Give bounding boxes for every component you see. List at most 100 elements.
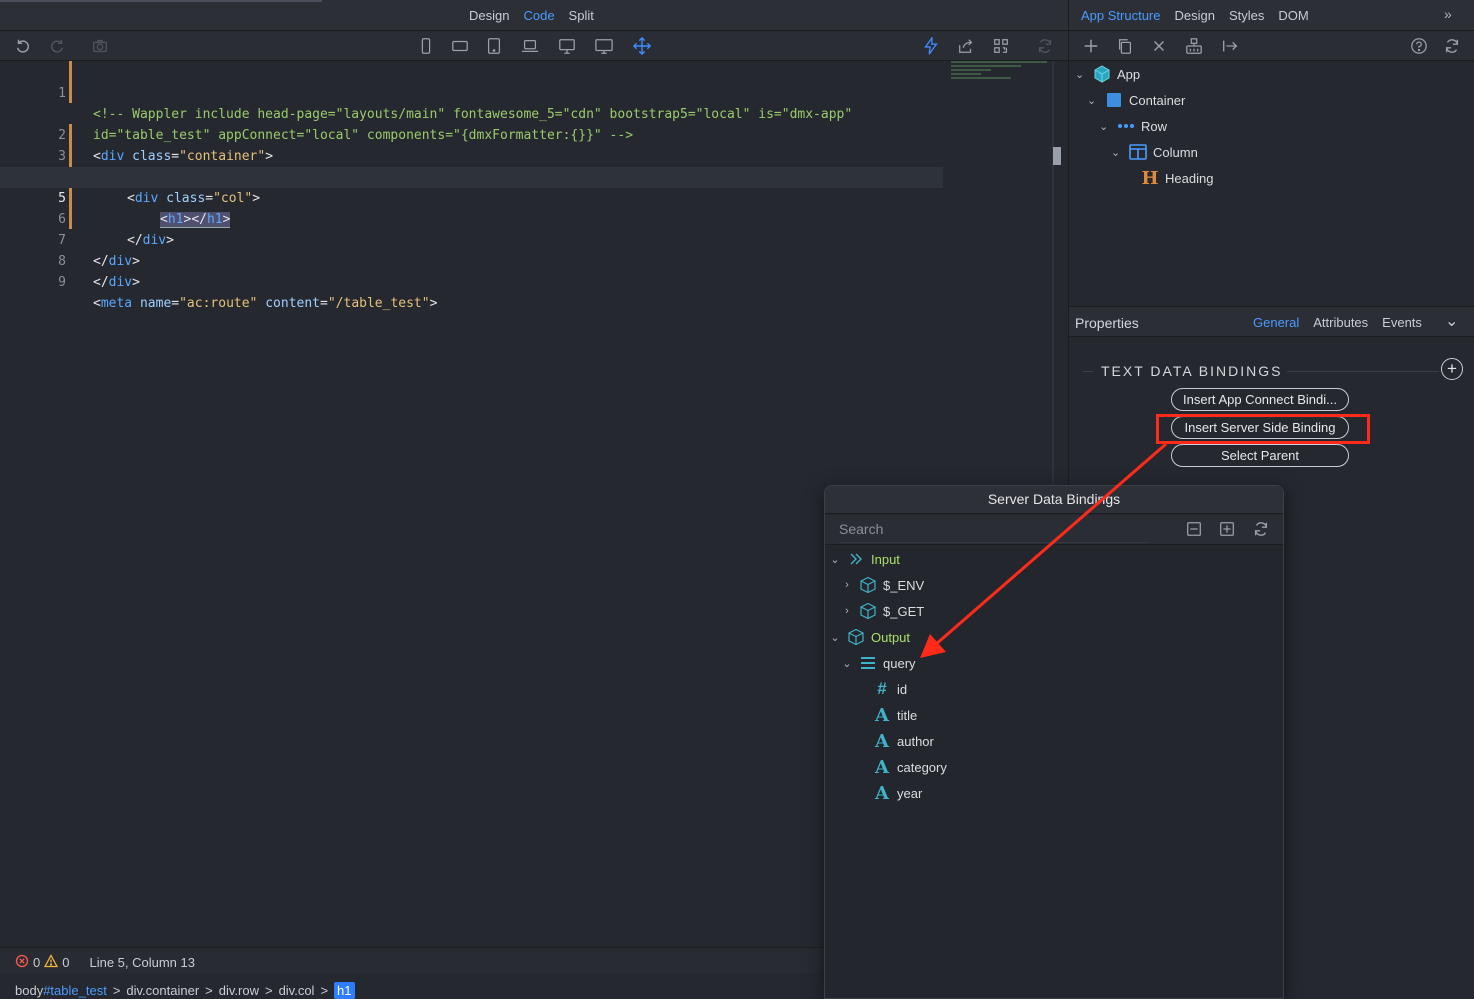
tree-node-label: $_GET [883,603,925,619]
line-number: 9 [58,275,66,290]
code-line[interactable]: id="table_test" appConnect="local" compo… [0,83,943,143]
tree-node-get[interactable]: › $_GET [841,598,924,624]
double-chevron-icon [847,550,865,568]
tree-node-field-year[interactable]: A year [873,780,922,806]
tree-item-column[interactable]: ⌄ Column [1111,139,1198,165]
editor-toolbar [0,31,1068,61]
search-input[interactable]: Search [839,521,883,537]
collapse-all-icon[interactable] [1183,519,1205,539]
qr-code-icon[interactable] [990,36,1012,56]
popup-search-row: Search [825,515,1283,545]
chevron-down-icon[interactable]: ⌄ [1099,120,1111,133]
chevron-right-icon[interactable]: › [841,605,853,617]
tree-item-heading[interactable]: H Heading [1141,165,1213,191]
tab-design-panel[interactable]: Design [1175,8,1215,23]
phone-portrait-icon[interactable] [415,36,437,56]
properties-header: Properties General Attributes Events ⌄ [1069,306,1474,337]
undo-icon[interactable] [12,36,34,56]
tab-split[interactable]: Split [569,8,594,23]
move-out-icon[interactable] [1219,36,1241,56]
code-line[interactable]: 1 <!-- Wappler include head-page="layout… [0,62,943,122]
chevron-down-icon[interactable]: ⌄ [1111,146,1123,159]
chevron-down-icon[interactable]: ⌄ [1075,68,1087,81]
chevron-down-icon[interactable]: ⌄ [829,553,841,566]
phone-landscape-icon[interactable] [449,36,471,56]
move-icon[interactable] [631,36,653,56]
tab-styles[interactable]: Styles [1229,8,1264,23]
code-line[interactable]: 6 </div> [0,188,943,248]
share-icon[interactable] [955,36,977,56]
tree-node-env[interactable]: › $_ENV [841,572,924,598]
delete-icon[interactable] [1148,36,1170,56]
panel-tabs: App Structure Design Styles DOM » [1069,0,1474,31]
tree-node-field-category[interactable]: A category [873,754,947,780]
breadcrumb-col[interactable]: div.col [279,983,315,998]
properties-title: Properties [1075,315,1139,331]
camera-icon[interactable] [89,36,111,56]
breadcrumb-container[interactable]: div.container [126,983,199,998]
insert-app-connect-binding-button[interactable]: Insert App Connect Bindi... [1171,388,1349,411]
desktop-icon[interactable] [556,36,578,56]
tablet-icon[interactable] [483,36,505,56]
tab-general[interactable]: General [1253,315,1299,330]
tree-item-container[interactable]: ⌄ Container [1087,87,1185,113]
select-parent-button[interactable]: Select Parent [1171,444,1349,467]
refresh-icon[interactable] [1034,36,1056,56]
refresh-bindings-icon[interactable] [1250,519,1272,539]
duplicate-icon[interactable] [1114,36,1136,56]
code-line[interactable]: 4 <div class="col"> [0,146,943,206]
tab-design[interactable]: Design [469,8,509,23]
code-line-current[interactable]: 5 <h1></h1> [0,167,943,228]
chevron-right-icon[interactable]: › [841,579,853,591]
warning-icon[interactable] [44,954,59,971]
wrap-icon[interactable] [1183,36,1205,56]
breadcrumb-row[interactable]: div.row [219,983,259,998]
redo-icon[interactable] [46,36,68,56]
tree-node-field-id[interactable]: # id [873,676,907,702]
annotation-highlight-box [1156,414,1370,444]
view-tabs: Design Code Split [469,8,594,23]
add-icon[interactable] [1080,36,1102,56]
tree-item-app[interactable]: ⌄ App [1075,61,1140,87]
add-binding-icon[interactable]: + [1441,358,1463,380]
minimap[interactable] [951,61,1051,83]
refresh-structure-icon[interactable] [1441,36,1463,56]
error-icon[interactable] [15,954,29,971]
lightning-icon[interactable] [920,36,942,56]
breadcrumb-current[interactable]: h1 [334,982,355,999]
chevron-down-icon[interactable]: ⌄ [1087,94,1099,107]
tree-node-query[interactable]: ⌄ query [841,650,915,676]
chevron-down-icon[interactable]: ⌄ [829,631,841,644]
chevron-down-icon[interactable]: ⌄ [841,657,853,670]
editor-view-bar: Design Code Split [0,0,1068,31]
tab-attributes[interactable]: Attributes [1313,315,1368,330]
large-desktop-icon[interactable] [593,36,615,56]
code-line[interactable]: 7 </div> [0,209,943,269]
text-type-icon: A [875,730,889,752]
tree-node-input[interactable]: ⌄ Input [829,546,900,572]
tab-dom[interactable]: DOM [1278,8,1308,23]
code-text: <meta name="ac:route" content="/table_te… [93,296,438,311]
tree-item-row[interactable]: ⌄ Row [1099,113,1167,139]
laptop-icon[interactable] [519,36,541,56]
breadcrumb-separator: > [320,983,329,998]
tab-code[interactable]: Code [523,8,554,23]
code-line[interactable]: 2 <div class="container"> [0,104,943,164]
code-line[interactable]: 8 </div> [0,230,943,290]
dots-icon [1117,117,1135,135]
tree-node-label: title [897,707,918,723]
chevron-down-icon[interactable]: ⌄ [1445,311,1458,331]
breadcrumb-body[interactable]: body#table_test [15,983,107,998]
tab-app-structure[interactable]: App Structure [1081,8,1161,23]
code-line[interactable]: 3 <div class="row"> [0,125,943,185]
tree-node-field-title[interactable]: A title [873,702,917,728]
help-icon[interactable] [1408,36,1430,56]
expand-panel-icon[interactable]: » [1444,6,1452,22]
tab-events[interactable]: Events [1382,315,1422,330]
tree-node-field-author[interactable]: A author [873,728,934,754]
editor-scrollbar-thumb[interactable] [1053,147,1061,165]
cube-icon [1093,65,1111,83]
tree-node-output[interactable]: ⌄ Output [829,624,910,650]
code-line[interactable]: 9 <meta name="ac:route" content="/table_… [0,251,943,311]
expand-all-icon[interactable] [1216,519,1238,539]
